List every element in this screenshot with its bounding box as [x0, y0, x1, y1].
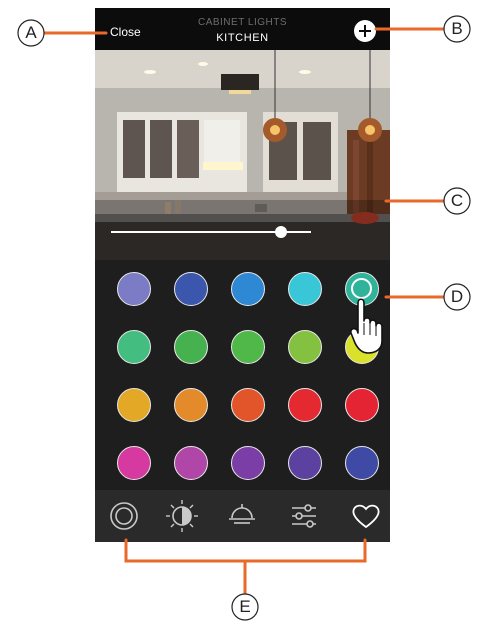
callout-b: B — [451, 19, 463, 38]
heart-icon[interactable] — [349, 499, 383, 533]
color-swatch[interactable] — [288, 388, 322, 422]
phone-screen: Close CABINET LIGHTS KITCHEN — [95, 8, 390, 542]
color-swatch[interactable] — [231, 388, 265, 422]
bottom-tab-bar — [95, 490, 390, 542]
color-swatch[interactable] — [174, 388, 208, 422]
callout-c: C — [450, 191, 464, 210]
color-palette — [95, 260, 390, 490]
lamp-icon[interactable] — [225, 499, 259, 533]
room-title: KITCHEN — [216, 32, 269, 44]
color-swatch[interactable] — [117, 330, 151, 364]
color-swatch[interactable] — [117, 388, 151, 422]
add-button[interactable] — [354, 20, 376, 42]
color-swatch[interactable] — [345, 388, 379, 422]
color-wheel-icon[interactable] — [107, 499, 141, 533]
color-swatch[interactable] — [288, 330, 322, 364]
color-swatch[interactable] — [288, 446, 322, 480]
color-swatch[interactable] — [117, 446, 151, 480]
callout-a: A — [25, 23, 37, 42]
color-swatch[interactable] — [174, 446, 208, 480]
brightness-sun-icon[interactable] — [165, 499, 199, 533]
brightness-slider-thumb[interactable] — [275, 226, 287, 238]
callout-d: D — [450, 287, 464, 306]
room-photo — [95, 50, 390, 260]
pointer-hand-icon — [350, 298, 383, 354]
header-bar: Close CABINET LIGHTS KITCHEN — [95, 8, 390, 50]
color-swatch[interactable] — [345, 446, 379, 480]
color-swatch[interactable] — [231, 272, 265, 306]
color-swatch[interactable] — [174, 330, 208, 364]
color-swatch[interactable] — [174, 272, 208, 306]
color-swatch[interactable] — [231, 446, 265, 480]
color-swatch[interactable] — [117, 272, 151, 306]
callout-e: E — [239, 597, 251, 616]
room-group-label: CABINET LIGHTS — [197, 17, 288, 28]
kitchen-image — [95, 50, 390, 260]
color-swatch[interactable] — [231, 330, 265, 364]
color-swatch[interactable] — [288, 272, 322, 306]
sliders-icon[interactable] — [287, 499, 321, 533]
